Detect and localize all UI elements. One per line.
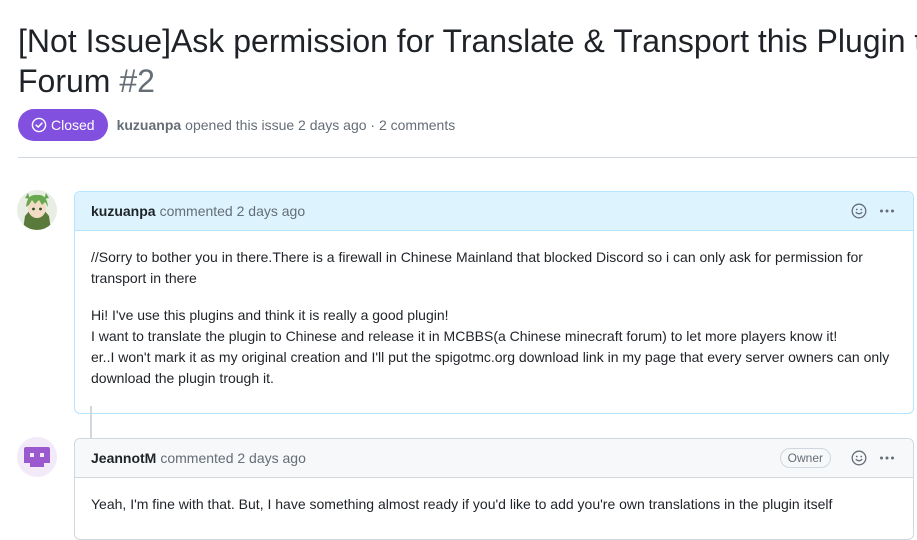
closed-state-badge: Closed	[18, 109, 108, 141]
kebab-menu-icon[interactable]	[877, 201, 897, 221]
issue-title-line1: [Not Issue]Ask permission for Translate …	[18, 23, 917, 59]
identicon-avatar-icon	[17, 437, 57, 477]
issue-meta: Closed kuzuanpa opened this issue 2 days…	[18, 109, 455, 141]
issue-title-line2: Forum	[18, 63, 111, 99]
comment-2-body: Yeah, I'm fine with that. But, I have so…	[75, 478, 913, 539]
state-label: Closed	[51, 117, 95, 133]
closed-check-icon	[31, 117, 47, 133]
timeline-connector	[90, 406, 92, 438]
comment-1-header: kuzuanpa commented 2 days ago	[75, 192, 913, 231]
comment-1-paragraph-2: Hi! I've use this plugins and think it i…	[91, 305, 897, 389]
issue-author-link[interactable]: kuzuanpa	[117, 117, 182, 133]
comment-2-header: JeannotM commented 2 days ago Owner	[75, 439, 913, 478]
comment-1-body: //Sorry to bother you in there.There is …	[75, 231, 913, 413]
anime-avatar-icon	[17, 190, 57, 230]
header-divider	[18, 157, 917, 158]
comment-1-paragraph-1: //Sorry to bother you in there.There is …	[91, 249, 863, 286]
issue-title: [Not Issue]Ask permission for Translate …	[18, 21, 917, 101]
issue-number: #2	[119, 63, 155, 99]
comment-1: kuzuanpa commented 2 days ago //Sorry to…	[74, 191, 914, 414]
smiley-icon[interactable]	[849, 448, 869, 468]
comment-2: JeannotM commented 2 days ago Owner Yeah…	[74, 438, 914, 540]
kuzuanpa-avatar[interactable]	[17, 190, 57, 230]
jeannotm-avatar[interactable]	[17, 437, 57, 477]
issue-meta-text: opened this issue 2 days ago · 2 comment…	[185, 117, 456, 133]
smiley-icon[interactable]	[849, 201, 869, 221]
comment-2-author[interactable]: JeannotM	[91, 450, 156, 466]
comment-1-action[interactable]: commented 2 days ago	[160, 203, 306, 219]
comment-1-author[interactable]: kuzuanpa	[91, 203, 156, 219]
comment-2-action[interactable]: commented 2 days ago	[160, 450, 306, 466]
kebab-menu-icon[interactable]	[877, 448, 897, 468]
comment-1-line-c: er..I won't mark it as my original creat…	[91, 349, 890, 386]
owner-badge: Owner	[779, 448, 831, 468]
comment-1-line-a: Hi! I've use this plugins and think it i…	[91, 307, 449, 323]
comment-1-line-b: I want to translate the plugin to Chines…	[91, 328, 838, 344]
comment-2-paragraph-1: Yeah, I'm fine with that. But, I have so…	[91, 496, 833, 512]
